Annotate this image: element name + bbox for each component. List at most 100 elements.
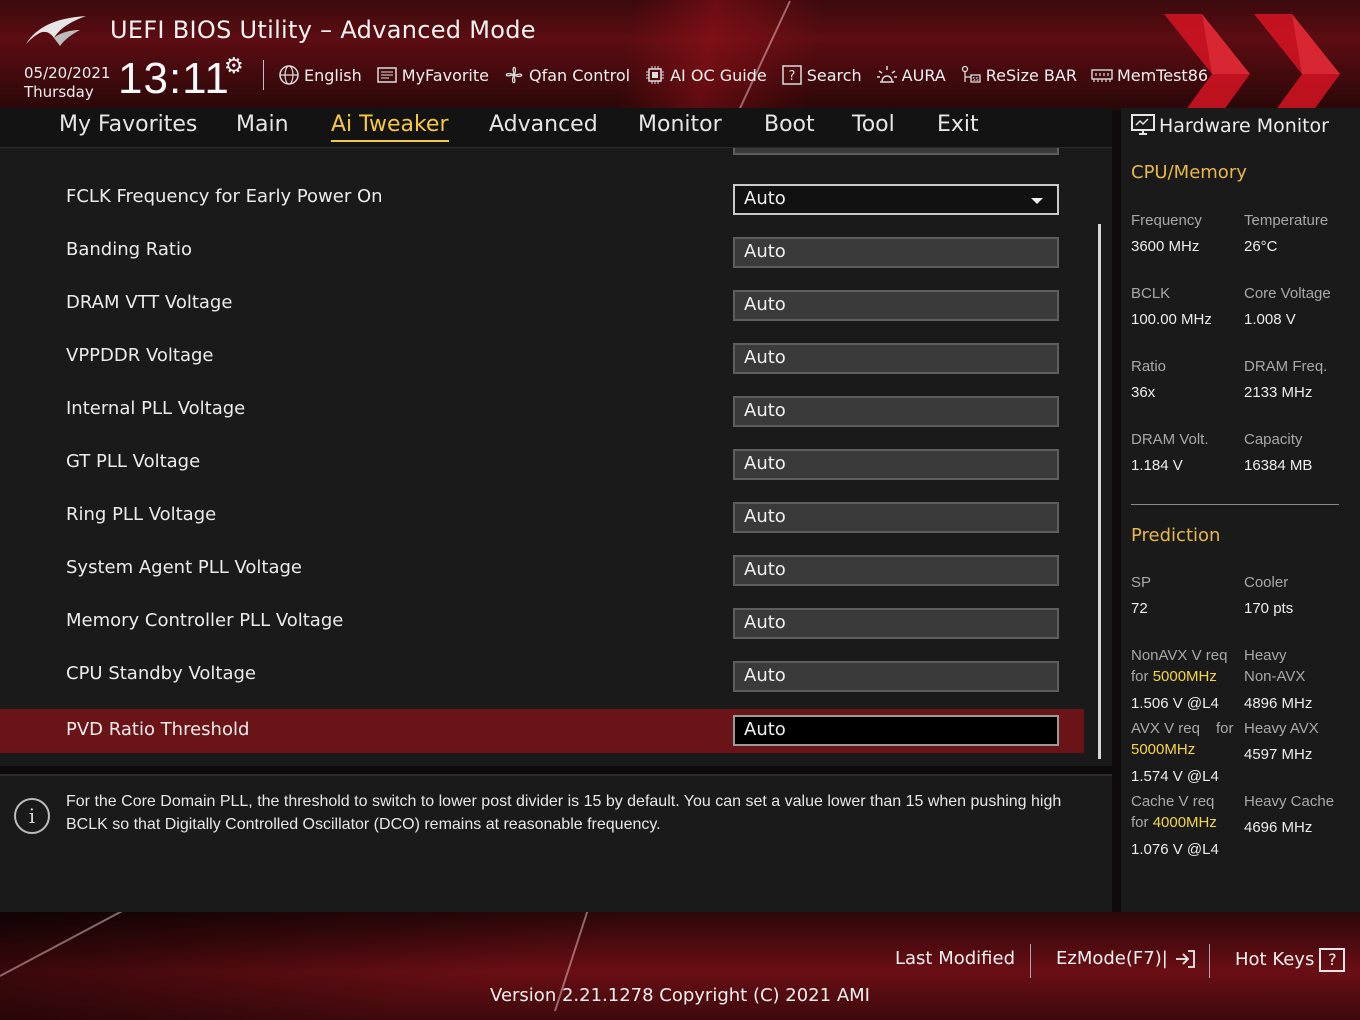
date-display: 05/20/2021 Thursday	[24, 64, 110, 102]
help-text: For the Core Domain PLL, the threshold t…	[66, 793, 1062, 833]
tab-boot[interactable]: Boot	[764, 112, 815, 137]
heavy-avx-label: Heavy AVX	[1244, 720, 1319, 737]
setting-value: Auto	[744, 347, 786, 368]
tab-ai-tweaker[interactable]: Ai Tweaker	[331, 112, 449, 142]
setting-value: Auto	[744, 294, 786, 315]
settings-panel: FCLK Frequency for Early Power On Auto B…	[0, 148, 1112, 766]
setting-row[interactable]: System Agent PLL Voltage Auto	[0, 547, 1084, 591]
resize-bar-label: ReSize BAR	[985, 65, 1077, 85]
ezmode-button[interactable]: EzMode(F7)|	[1056, 948, 1196, 969]
avx-voltage: 1.574 V @L4	[1131, 768, 1219, 785]
setting-value: Auto	[744, 453, 786, 474]
heavy-avx-value: 4597 MHz	[1244, 746, 1313, 763]
myfavorite-button[interactable]: MyFavorite	[376, 64, 489, 86]
settings-scrollbar[interactable]	[1098, 224, 1101, 759]
resize-bar-icon: SS	[961, 65, 981, 83]
setting-value: Auto	[744, 612, 786, 633]
date-text: 05/20/2021	[24, 64, 111, 82]
ezmode-label: EzMode(F7)|	[1056, 948, 1168, 969]
tab-monitor[interactable]: Monitor	[638, 112, 722, 137]
cache-voltage: 1.076 V @L4	[1131, 841, 1219, 858]
ratio-value: 36x	[1131, 384, 1156, 401]
setting-field[interactable]: Auto	[733, 608, 1059, 639]
main-menu-bar: My Favorites Main Ai Tweaker Advanced Mo…	[0, 108, 1112, 148]
language-button[interactable]: English	[278, 64, 362, 86]
setting-dropdown[interactable]: Auto	[733, 184, 1059, 215]
footer-divider	[1209, 944, 1210, 978]
aura-button[interactable]: AURA	[876, 64, 946, 86]
setting-row[interactable]: Internal PLL Voltage Auto	[0, 388, 1084, 432]
setting-field[interactable]: Auto	[733, 555, 1059, 586]
setting-row[interactable]: VPPDDR Voltage Auto	[0, 335, 1084, 379]
setting-value: Auto	[744, 506, 786, 527]
cooler-value: 170 pts	[1244, 600, 1294, 617]
setting-row[interactable]: CPU Standby Voltage Auto	[0, 653, 1084, 697]
cpu-memory-section-title: CPU/Memory	[1131, 162, 1247, 183]
clock-display: 13:11	[118, 54, 230, 103]
info-icon: i	[14, 798, 50, 834]
hardware-monitor-title: Hardware Monitor	[1159, 115, 1329, 137]
setting-field[interactable]: Auto	[733, 396, 1059, 427]
last-modified-button[interactable]: Last Modified	[895, 948, 1015, 969]
capacity-value: 16384 MB	[1244, 457, 1313, 474]
exit-arrow-icon	[1175, 950, 1195, 968]
gear-icon[interactable]: ⚙	[224, 54, 244, 79]
setting-row[interactable]: Memory Controller PLL Voltage Auto	[0, 600, 1084, 644]
dram-volt-label: DRAM Volt.	[1131, 431, 1209, 448]
heavy-cache-value: 4696 MHz	[1244, 819, 1313, 836]
aura-icon	[876, 66, 897, 83]
setting-row[interactable]: DRAM VTT Voltage Auto	[0, 282, 1084, 326]
heavy-nonavx-label: Heavy	[1244, 647, 1287, 664]
question-icon: ?	[1319, 948, 1346, 972]
setting-label: CPU Standby Voltage	[66, 663, 256, 684]
setting-label: DRAM VTT Voltage	[66, 292, 233, 313]
setting-row[interactable]: Ring PLL Voltage Auto	[0, 494, 1084, 538]
setting-field[interactable]: Auto	[733, 343, 1059, 374]
resize-bar-button[interactable]: SS ReSize BAR	[960, 64, 1077, 86]
nonavx-freq: 5000MHz	[1152, 668, 1217, 685]
setting-row[interactable]: Banding Ratio Auto	[0, 229, 1084, 273]
setting-field[interactable]: Auto	[733, 290, 1059, 321]
setting-label: FCLK Frequency for Early Power On	[66, 186, 383, 207]
ai-oc-guide-button[interactable]: AI OC Guide	[644, 64, 767, 86]
setting-field[interactable]: Auto	[733, 661, 1059, 692]
setting-row[interactable]: GT PLL Voltage Auto	[0, 441, 1084, 485]
cache-for-line: for 4000MHz	[1131, 814, 1217, 831]
setting-label: Internal PLL Voltage	[66, 398, 246, 419]
cache-req-label: Cache V req	[1131, 793, 1215, 810]
qfan-control-button[interactable]: Qfan Control	[503, 64, 630, 86]
hot-keys-button[interactable]: Hot Keys?	[1235, 948, 1346, 972]
setting-row[interactable]: FCLK Frequency for Early Power On Auto	[0, 176, 1084, 220]
tab-main[interactable]: Main	[236, 112, 289, 137]
tab-advanced[interactable]: Advanced	[489, 112, 598, 137]
avx-freq: 5000MHz	[1131, 741, 1196, 758]
search-button[interactable]: ? Search	[781, 64, 862, 86]
frequency-value: 3600 MHz	[1131, 238, 1200, 255]
heavy-cache-label: Heavy Cache	[1244, 793, 1335, 810]
setting-value: Auto	[744, 559, 786, 580]
tab-exit[interactable]: Exit	[937, 112, 979, 137]
dram-volt-value: 1.184 V	[1131, 457, 1183, 474]
footer-divider	[1030, 944, 1031, 978]
temperature-value: 26°C	[1244, 238, 1278, 255]
setting-field[interactable]: Auto	[733, 449, 1059, 480]
tab-tool[interactable]: Tool	[852, 112, 895, 137]
setting-label: Ring PLL Voltage	[66, 504, 217, 525]
tab-my-favorites[interactable]: My Favorites	[59, 112, 197, 137]
hot-keys-label: Hot Keys	[1235, 949, 1315, 970]
heavy-nonavx-label-2: Non-AVX	[1244, 668, 1306, 685]
header-divider	[263, 60, 264, 90]
monitor-icon	[1131, 114, 1155, 135]
setting-field[interactable]: Auto	[733, 502, 1059, 533]
avx-for-label: for	[1216, 720, 1234, 737]
bclk-label: BCLK	[1131, 285, 1171, 302]
sp-value: 72	[1131, 600, 1148, 617]
bclk-value: 100.00 MHz	[1131, 311, 1212, 328]
weekday-text: Thursday	[24, 83, 94, 101]
setting-row-selected[interactable]: PVD Ratio Threshold Auto	[0, 709, 1084, 753]
chip-icon	[646, 66, 665, 84]
setting-field-partial[interactable]	[733, 148, 1059, 155]
setting-field[interactable]: Auto	[733, 237, 1059, 268]
setting-field[interactable]: Auto	[733, 715, 1059, 746]
dram-freq-value: 2133 MHz	[1244, 384, 1313, 401]
